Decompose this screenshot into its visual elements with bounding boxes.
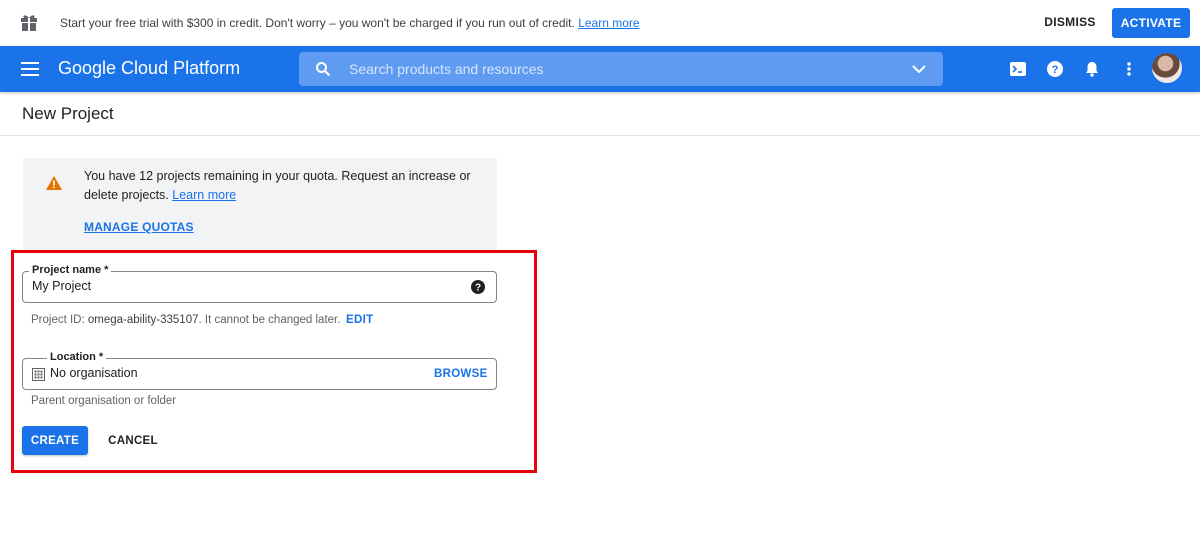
app-bar: Google Cloud Platform ? xyxy=(0,46,1200,92)
manage-quotas-link[interactable]: MANAGE QUOTAS xyxy=(84,220,194,234)
warning-icon xyxy=(46,176,62,190)
project-id-hint: Project ID: omega-ability-335107. It can… xyxy=(31,314,340,326)
location-value: No organisation xyxy=(50,366,138,380)
avatar[interactable] xyxy=(1152,53,1182,83)
svg-text:?: ? xyxy=(1052,64,1059,76)
quota-message-text: You have 12 projects remaining in your q… xyxy=(84,169,471,202)
location-hint: Parent organisation or folder xyxy=(31,395,177,407)
browse-button[interactable]: BROWSE xyxy=(434,368,488,380)
activate-button[interactable]: ACTIVATE xyxy=(1112,8,1190,38)
header-divider xyxy=(0,135,1200,136)
more-vert-icon[interactable] xyxy=(1119,59,1139,79)
trial-message: Start your free trial with $300 in credi… xyxy=(60,16,640,30)
menu-icon[interactable] xyxy=(21,62,39,76)
cancel-button[interactable]: CANCEL xyxy=(100,426,166,455)
quota-learn-more-link[interactable]: Learn more xyxy=(172,188,236,202)
gift-icon xyxy=(21,15,37,31)
search-icon xyxy=(316,62,331,77)
brand-title[interactable]: Google Cloud Platform xyxy=(58,58,240,79)
page-title: New Project xyxy=(22,104,114,123)
location-label: Location * xyxy=(47,351,107,363)
trial-message-text: Start your free trial with $300 in credi… xyxy=(60,16,575,30)
trial-banner: Start your free trial with $300 in credi… xyxy=(0,0,1200,46)
search-bar[interactable] xyxy=(299,52,943,86)
project-id-prefix: Project ID: xyxy=(31,314,88,326)
svg-text:?: ? xyxy=(475,283,481,294)
help-icon[interactable]: ? xyxy=(1045,59,1065,79)
quota-message: You have 12 projects remaining in your q… xyxy=(84,167,474,205)
project-name-value[interactable]: My Project xyxy=(32,279,91,293)
location-field[interactable]: Location * No organisation BROWSE xyxy=(22,351,497,390)
trial-learn-more-link[interactable]: Learn more xyxy=(578,16,639,30)
create-button[interactable]: CREATE xyxy=(22,426,88,455)
help-circle-icon[interactable]: ? xyxy=(471,280,485,294)
project-name-label: Project name * xyxy=(29,264,112,276)
edit-project-id-button[interactable]: EDIT xyxy=(346,314,373,326)
building-icon xyxy=(32,368,45,381)
search-input[interactable] xyxy=(349,52,889,86)
project-id-suffix: . It cannot be changed later. xyxy=(198,314,341,326)
quota-notice: You have 12 projects remaining in your q… xyxy=(23,158,497,250)
project-id-value: omega-ability-335107 xyxy=(87,314,199,326)
project-name-field[interactable]: Project name * My Project ? xyxy=(22,264,497,303)
chevron-down-icon[interactable] xyxy=(911,62,927,76)
notifications-icon[interactable] xyxy=(1082,59,1102,79)
dismiss-button[interactable]: DISMISS xyxy=(1036,15,1104,29)
cloud-shell-icon[interactable] xyxy=(1008,59,1028,79)
